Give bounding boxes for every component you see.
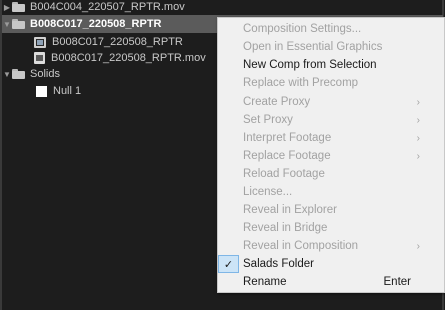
solid-swatch-icon (36, 85, 47, 97)
project-item-label: B008C017_220508_RPTR (30, 18, 162, 30)
project-item-label: B008C017_220508_RPTR (52, 36, 183, 48)
menu-item-reload-footage[interactable]: Reload Footage (218, 165, 444, 183)
folder-icon (12, 19, 25, 29)
menu-item-reveal-in-bridge[interactable]: Reveal in Bridge (218, 219, 444, 237)
submenu-arrow-icon: › (416, 240, 420, 252)
menu-item-label: Reveal in Explorer (243, 204, 337, 216)
menu-item-label: Reveal in Bridge (243, 222, 328, 234)
menu-item-rename[interactable]: Rename Enter (218, 273, 444, 291)
menu-item-label: Open in Essential Graphics (243, 41, 383, 53)
submenu-arrow-icon: › (416, 114, 420, 126)
menu-item-new-comp-from-selection[interactable]: New Comp from Selection (218, 56, 444, 74)
menu-item-license[interactable]: License... (218, 183, 444, 201)
menu-item-set-proxy[interactable]: Set Proxy › (218, 111, 444, 129)
composition-icon (34, 36, 46, 48)
checkmark-icon: ✓ (218, 255, 239, 273)
menu-item-label: New Comp from Selection (243, 59, 377, 71)
twirl-collapsed-icon[interactable]: ▶ (2, 0, 12, 16)
menu-item-label: Salads Folder (243, 258, 314, 270)
menu-item-label: Reload Footage (243, 168, 325, 180)
twirl-expanded-icon[interactable]: ▼ (2, 15, 12, 33)
menu-item-label: Set Proxy (243, 114, 293, 126)
menu-item-create-proxy[interactable]: Create Proxy › (218, 93, 444, 111)
menu-item-replace-with-precomp[interactable]: Replace with Precomp (218, 74, 444, 92)
submenu-arrow-icon: › (416, 132, 420, 144)
project-item-label: B004C004_220507_RPTR.mov (30, 1, 185, 13)
project-item-label: B008C017_220508_RPTR.mov (51, 52, 206, 64)
menu-item-label: Interpret Footage (243, 132, 332, 144)
menu-item-label: Composition Settings... (243, 23, 362, 35)
submenu-arrow-icon: › (416, 150, 420, 162)
menu-item-open-essential-graphics[interactable]: Open in Essential Graphics (218, 38, 444, 56)
project-item-label: Solids (30, 68, 60, 80)
folder-icon (12, 2, 25, 12)
menu-item-composition-settings[interactable]: Composition Settings... (218, 20, 444, 38)
context-menu: Composition Settings... Open in Essentia… (217, 17, 445, 293)
menu-item-label: Rename (243, 276, 287, 288)
menu-item-reveal-in-explorer[interactable]: Reveal in Explorer (218, 201, 444, 219)
menu-item-label: Replace with Precomp (243, 77, 359, 89)
submenu-arrow-icon: › (416, 96, 420, 108)
menu-item-replace-footage[interactable]: Replace Footage › (218, 147, 444, 165)
menu-item-interpret-footage[interactable]: Interpret Footage › (218, 129, 444, 147)
project-item-folder[interactable]: ▶ B004C004_220507_RPTR.mov (2, 0, 443, 16)
menu-item-reveal-in-composition[interactable]: Reveal in Composition › (218, 237, 444, 255)
footage-file-icon (34, 52, 45, 64)
menu-item-shortcut: Enter (383, 276, 412, 288)
menu-item-label: License... (243, 186, 293, 198)
menu-item-label: Replace Footage (243, 150, 331, 162)
project-item-label: Null 1 (53, 85, 82, 97)
menu-item-salads-folder[interactable]: ✓ Salads Folder (218, 255, 444, 273)
menu-item-label: Create Proxy (243, 96, 311, 108)
twirl-expanded-icon[interactable]: ▼ (2, 65, 12, 83)
menu-item-label: Reveal in Composition (243, 240, 359, 252)
folder-icon (12, 69, 25, 79)
